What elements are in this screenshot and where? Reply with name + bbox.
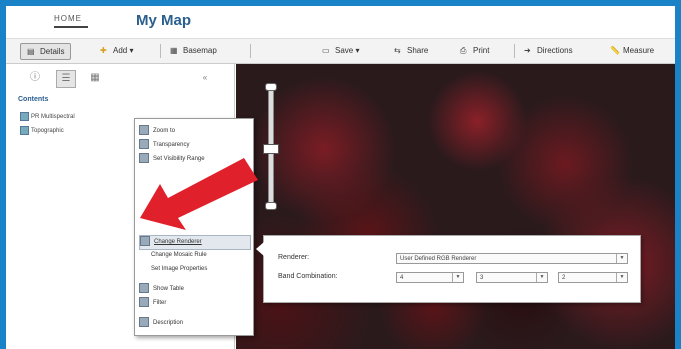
menu-item-image-properties[interactable]: Set Image Properties [139, 263, 249, 276]
band-value: 2 [562, 275, 566, 281]
band-combination-label: Band Combination: [278, 273, 338, 280]
print-label: Print [473, 46, 490, 55]
toolbar-divider [514, 44, 515, 58]
layer-checkbox-icon[interactable] [20, 126, 29, 135]
transparency-icon [139, 139, 149, 150]
renderer-select[interactable]: User Defined RGB Renderer ▼ [396, 253, 628, 264]
menu-item-show-table[interactable]: Show Table [139, 283, 249, 296]
zoom-slider[interactable] [263, 83, 279, 210]
chevron-down-icon[interactable]: ▼ [536, 273, 547, 282]
layer-item[interactable]: Topographic [20, 126, 64, 135]
details-label: Details [40, 47, 65, 56]
red-arrow-annotation [140, 158, 258, 230]
contents-tab-icon[interactable]: ☰ [56, 70, 76, 88]
collapse-pane-icon[interactable]: « [196, 70, 214, 86]
band-select-red[interactable]: 4 ▼ [396, 272, 464, 283]
basemap-button[interactable]: ▦ Basemap [170, 43, 217, 58]
page-title: My Map [136, 12, 192, 29]
layer-item[interactable]: PR Multispectral [20, 112, 75, 121]
share-button[interactable]: ⇆ Share [394, 43, 428, 58]
directions-button[interactable]: ➜ Directions [524, 43, 573, 58]
basemap-label: Basemap [183, 46, 217, 55]
measure-button[interactable]: 📏 Measure [610, 43, 654, 58]
menu-item-zoom-to[interactable]: Zoom to [139, 125, 249, 138]
add-button[interactable]: ✚ Add ▾ [100, 43, 133, 58]
menu-item-label: Change Renderer [154, 239, 202, 245]
menu-item-description[interactable]: Description [139, 317, 249, 330]
menu-item-label: Transparency [153, 142, 190, 148]
print-icon: ⎙ [460, 46, 467, 56]
save-label: Save ▾ [335, 46, 360, 55]
zoom-thumb[interactable] [263, 144, 279, 154]
measure-label: Measure [623, 46, 655, 55]
share-label: Share [407, 46, 429, 55]
band-value: 3 [480, 275, 484, 281]
table-icon [139, 283, 149, 294]
renderer-icon [140, 236, 150, 247]
renderer-value: User Defined RGB Renderer [400, 256, 477, 262]
contents-heading: Contents [18, 96, 49, 103]
zoom-out-icon[interactable] [265, 202, 277, 210]
add-icon: ✚ [100, 46, 107, 56]
save-button[interactable]: ▭ Save ▾ [322, 43, 359, 58]
band-select-green[interactable]: 3 ▼ [476, 272, 548, 283]
pane-tabs: ⓘ ☰ ▦ « [20, 70, 216, 88]
basemap-icon: ▦ [170, 46, 178, 56]
zoom-icon [139, 125, 149, 136]
share-icon: ⇆ [394, 46, 401, 56]
chevron-down-icon[interactable]: ▼ [452, 273, 463, 282]
directions-label: Directions [537, 46, 573, 55]
band-value: 4 [400, 275, 404, 281]
measure-icon: 📏 [610, 46, 620, 56]
band-select-blue[interactable]: 2 ▼ [558, 272, 628, 283]
menu-item-label: Change Mosaic Rule [151, 252, 207, 258]
toolbar-divider [160, 44, 161, 58]
renderer-label: Renderer: [278, 254, 310, 261]
menu-item-label: Zoom to [153, 128, 176, 134]
details-icon: ▤ [27, 47, 35, 57]
save-icon: ▭ [322, 46, 330, 56]
menu-item-transparency[interactable]: Transparency [139, 139, 249, 152]
details-button[interactable]: ▤ Details [20, 43, 72, 60]
renderer-panel: Renderer: User Defined RGB Renderer ▼ Ban… [256, 235, 641, 303]
add-label: Add ▾ [113, 46, 134, 55]
arrow-shape [140, 158, 258, 230]
menu-item-label: Set Image Properties [151, 266, 208, 272]
chevron-down-icon[interactable]: ▼ [616, 273, 627, 282]
menu-item-label: Filter [153, 300, 167, 306]
description-icon [139, 317, 149, 328]
map-view[interactable] [236, 64, 675, 349]
menu-item-label: Description [153, 320, 184, 326]
layer-label: PR Multispectral [31, 114, 75, 121]
app-window: HOME My Map ▤ Details ✚ Add ▾ ▦ Basemap ▭ Sa… [6, 6, 675, 349]
panel-pointer [256, 242, 264, 256]
chevron-down-icon[interactable]: ▼ [616, 254, 627, 263]
zoom-in-icon[interactable] [265, 83, 277, 91]
menu-item-mosaic-rule[interactable]: Change Mosaic Rule [139, 249, 249, 262]
menu-item-change-renderer[interactable]: Change Renderer [139, 235, 251, 250]
legend-tab-icon[interactable]: ▦ [86, 70, 104, 86]
toolbar-divider [250, 44, 251, 58]
menu-item-label: Show Table [153, 286, 184, 292]
layer-checkbox-icon[interactable] [20, 112, 29, 121]
toolbar: ▤ Details ✚ Add ▾ ▦ Basemap ▭ Save ▾ ⇆ Share … [6, 38, 675, 64]
header-bar: HOME My Map [6, 6, 675, 36]
menu-item-filter[interactable]: Filter [139, 297, 249, 310]
print-button[interactable]: ⎙ Print [460, 43, 489, 58]
layer-label: Topographic [31, 128, 64, 135]
home-link[interactable]: HOME [54, 14, 88, 28]
filter-icon [139, 297, 149, 308]
directions-icon: ➜ [524, 46, 531, 56]
about-tab-icon[interactable]: ⓘ [26, 70, 44, 86]
